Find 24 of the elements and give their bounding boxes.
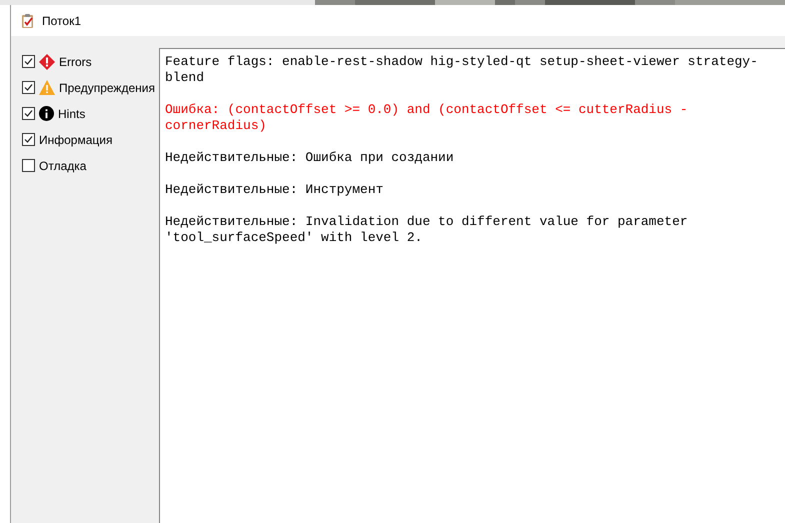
log-message: Недействительные: Ошибка при создании: [165, 150, 455, 166]
log-message: Feature flags: enable-rest-shadow hig-styled-qt setup-sheet-viewer strategy-blend: [165, 54, 759, 86]
check-icon: [24, 135, 33, 144]
filter-label: Отладка: [39, 158, 86, 174]
log-message: Недействительные: Invalidation due to different value for parameter 'tool_surfaceSpeed' with level 2.: [165, 214, 689, 246]
clipboard-icon: [20, 12, 36, 28]
filter-label: Предупреждения: [59, 80, 155, 96]
checkbox[interactable]: [22, 55, 35, 68]
warning-icon: [39, 80, 55, 95]
filter-label: Hints: [58, 106, 86, 122]
filter-label: Errors: [59, 54, 92, 70]
error-icon: [39, 54, 55, 70]
error-message: Ошибка: (contactOffset >= 0.0) and (contactOffset <= cutterRadius - cornerRadius): [165, 102, 689, 134]
checkbox[interactable]: [22, 81, 35, 94]
info-icon: [39, 106, 54, 121]
checkbox[interactable]: [22, 107, 35, 120]
filter-label: Информация: [39, 132, 112, 148]
checkbox[interactable]: [22, 133, 35, 146]
checkbox[interactable]: [22, 159, 35, 172]
check-icon: [24, 109, 33, 118]
log-message: Недействительные: Инструмент: [165, 182, 384, 198]
check-icon: [24, 57, 33, 66]
check-icon: [24, 83, 33, 92]
window-title: Поток1: [42, 12, 81, 30]
